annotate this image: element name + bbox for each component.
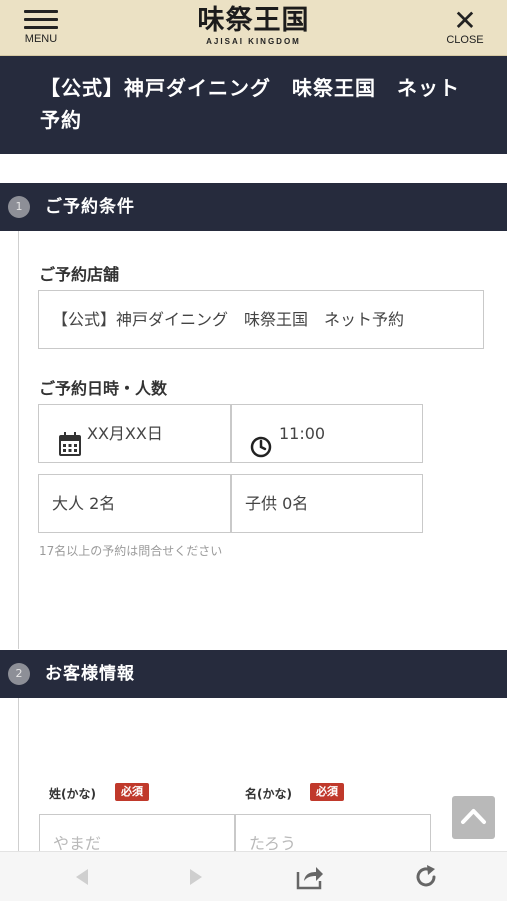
time-select[interactable]: 11:00 [231,404,423,463]
close-button[interactable]: ✕ CLOSE [443,4,487,47]
section-title-customer: お客様情報 [45,664,135,684]
group-size-note: 17名以上の予約は問合せください [39,544,223,558]
date-value: XX月XX日 [87,424,163,443]
section-header-customer: 2 お客様情報 [0,650,507,698]
step-number-1: 1 [8,196,30,218]
share-icon[interactable] [296,864,324,894]
close-icon: ✕ [453,4,477,37]
forward-arrow-icon[interactable] [186,867,206,891]
store-select[interactable]: 【公式】神戸ダイニング 味祭王国 ネット予約 [38,290,484,349]
store-label: ご予約店舗 [39,265,120,284]
store-value: 【公式】神戸ダイニング 味祭王国 ネット予約 [52,310,405,329]
required-badge: 必須 [310,783,344,801]
section-title-reservation: ご予約条件 [45,197,135,217]
datetime-label: ご予約日時・人数 [39,379,168,398]
last-kana-label: 姓(かな) [49,787,96,801]
children-select[interactable]: 子供 0名 [231,474,423,533]
page-title: 【公式】神戸ダイニング 味祭王国 ネット予約 [40,76,460,132]
time-value: 11:00 [279,424,326,443]
scroll-top-button[interactable] [452,796,495,839]
children-value: 子供 0名 [245,494,309,513]
date-select[interactable]: XX月XX日 [38,404,231,463]
step-line [18,231,19,649]
back-arrow-icon[interactable] [72,867,92,891]
page-title-bar: 【公式】神戸ダイニング 味祭王国 ネット予約 [0,56,507,154]
logo: 味祭王国 AJISAI KINGDOM [0,5,507,47]
clock-icon [250,424,272,458]
chevron-up-icon [461,809,486,824]
reload-icon[interactable] [413,864,439,894]
logo-sub-text: AJISAI KINGDOM [206,37,301,46]
required-badge: 必須 [115,783,149,801]
logo-main-text: 味祭王国 [197,5,310,36]
close-label: CLOSE [446,34,484,46]
app-header: MENU 味祭王国 AJISAI KINGDOM ✕ CLOSE [0,0,507,56]
first-kana-label: 名(かな) [245,787,292,801]
calendar-icon [59,422,81,456]
browser-toolbar [0,851,507,901]
step-line-2 [18,698,19,858]
section-header-reservation: 1 ご予約条件 [0,183,507,231]
adults-select[interactable]: 大人 2名 [38,474,231,533]
adults-value: 大人 2名 [52,494,116,513]
step-number-2: 2 [8,663,30,685]
